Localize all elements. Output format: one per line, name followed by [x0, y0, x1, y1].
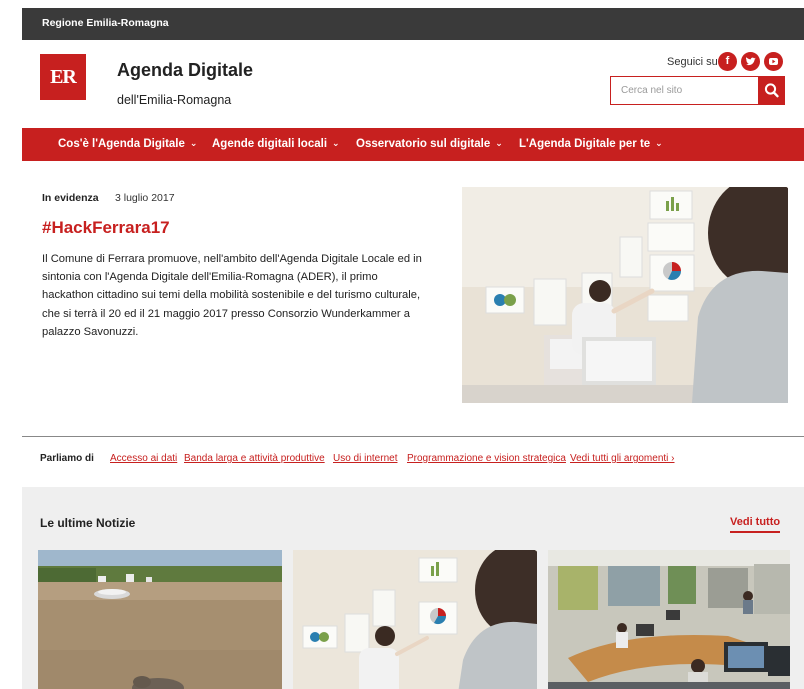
- featured-text: Il Comune di Ferrara promuove, nell'ambi…: [42, 253, 422, 338]
- search-icon: [764, 83, 779, 98]
- presentation-photo: [293, 550, 537, 689]
- page: Regione Emilia-Romagna ER Agenda Digital…: [0, 0, 804, 689]
- nav-item-agenda-digitale[interactable]: Cos'è l'Agenda Digitale ⌄: [58, 138, 197, 150]
- topic-link-accesso-dati[interactable]: Accesso ai dati: [110, 453, 177, 464]
- topic-link-vedi-tutti[interactable]: Vedi tutti gli argomenti ›: [570, 453, 675, 464]
- social-label: Seguici su: [667, 56, 718, 68]
- section-divider: [22, 436, 804, 437]
- site-subtitle: dell'Emilia-Romagna: [117, 93, 232, 107]
- news-card-2[interactable]: [293, 550, 537, 689]
- news-see-all-link[interactable]: Vedi tutto: [730, 516, 781, 533]
- youtube-play-icon: [769, 58, 778, 65]
- news-card-1[interactable]: [38, 550, 282, 689]
- topic-link-programmazione[interactable]: Programmazione e vision strategica: [407, 453, 566, 464]
- search-button[interactable]: [758, 76, 785, 105]
- search-box: [610, 76, 758, 105]
- news-section: Le ultime Notizie Vedi tutto: [22, 487, 804, 689]
- region-link[interactable]: Regione Emilia-Romagna: [42, 17, 169, 29]
- search-input[interactable]: [611, 77, 757, 104]
- main-nav: Cos'è l'Agenda Digitale ⌄ Agende digitali…: [22, 128, 804, 161]
- nav-item-agenda-per-te[interactable]: L'Agenda Digitale per te ⌄: [519, 138, 663, 150]
- chevron-down-icon: ⌄: [655, 138, 663, 148]
- featured-date: 3 luglio 2017: [115, 192, 175, 204]
- beach-photo: [38, 550, 282, 689]
- topic-link-banda-larga[interactable]: Banda larga e attività produttive: [184, 453, 325, 464]
- nav-item-agende-locali[interactable]: Agende digitali locali ⌄: [212, 138, 340, 150]
- chevron-down-icon: ⌄: [332, 138, 340, 148]
- featured-photo[interactable]: [462, 187, 788, 403]
- chevron-down-icon: ⌄: [495, 138, 503, 148]
- er-logo[interactable]: ER: [40, 54, 86, 100]
- chevron-down-icon: ⌄: [189, 138, 198, 148]
- news-card-3[interactable]: [548, 550, 790, 689]
- topic-link-uso-internet[interactable]: Uso di internet: [333, 453, 397, 464]
- featured-label: In evidenza: [42, 192, 99, 204]
- nav-item-osservatorio[interactable]: Osservatorio sul digitale ⌄: [356, 138, 503, 150]
- office-photo: [548, 550, 790, 689]
- youtube-icon[interactable]: [764, 52, 783, 71]
- featured-title[interactable]: #HackFerrara17: [42, 218, 170, 238]
- topics-label: Parliamo di: [40, 453, 94, 464]
- twitter-bird-icon: [746, 57, 756, 66]
- twitter-icon[interactable]: [741, 52, 760, 71]
- region-topbar: Regione Emilia-Romagna: [22, 8, 804, 40]
- site-header: ER Agenda Digitale dell'Emilia-Romagna S…: [22, 40, 804, 128]
- facebook-icon[interactable]: f: [718, 52, 737, 71]
- news-section-title: Le ultime Notizie: [40, 516, 136, 530]
- presentation-photo: [462, 187, 788, 403]
- site-title[interactable]: Agenda Digitale: [117, 60, 253, 81]
